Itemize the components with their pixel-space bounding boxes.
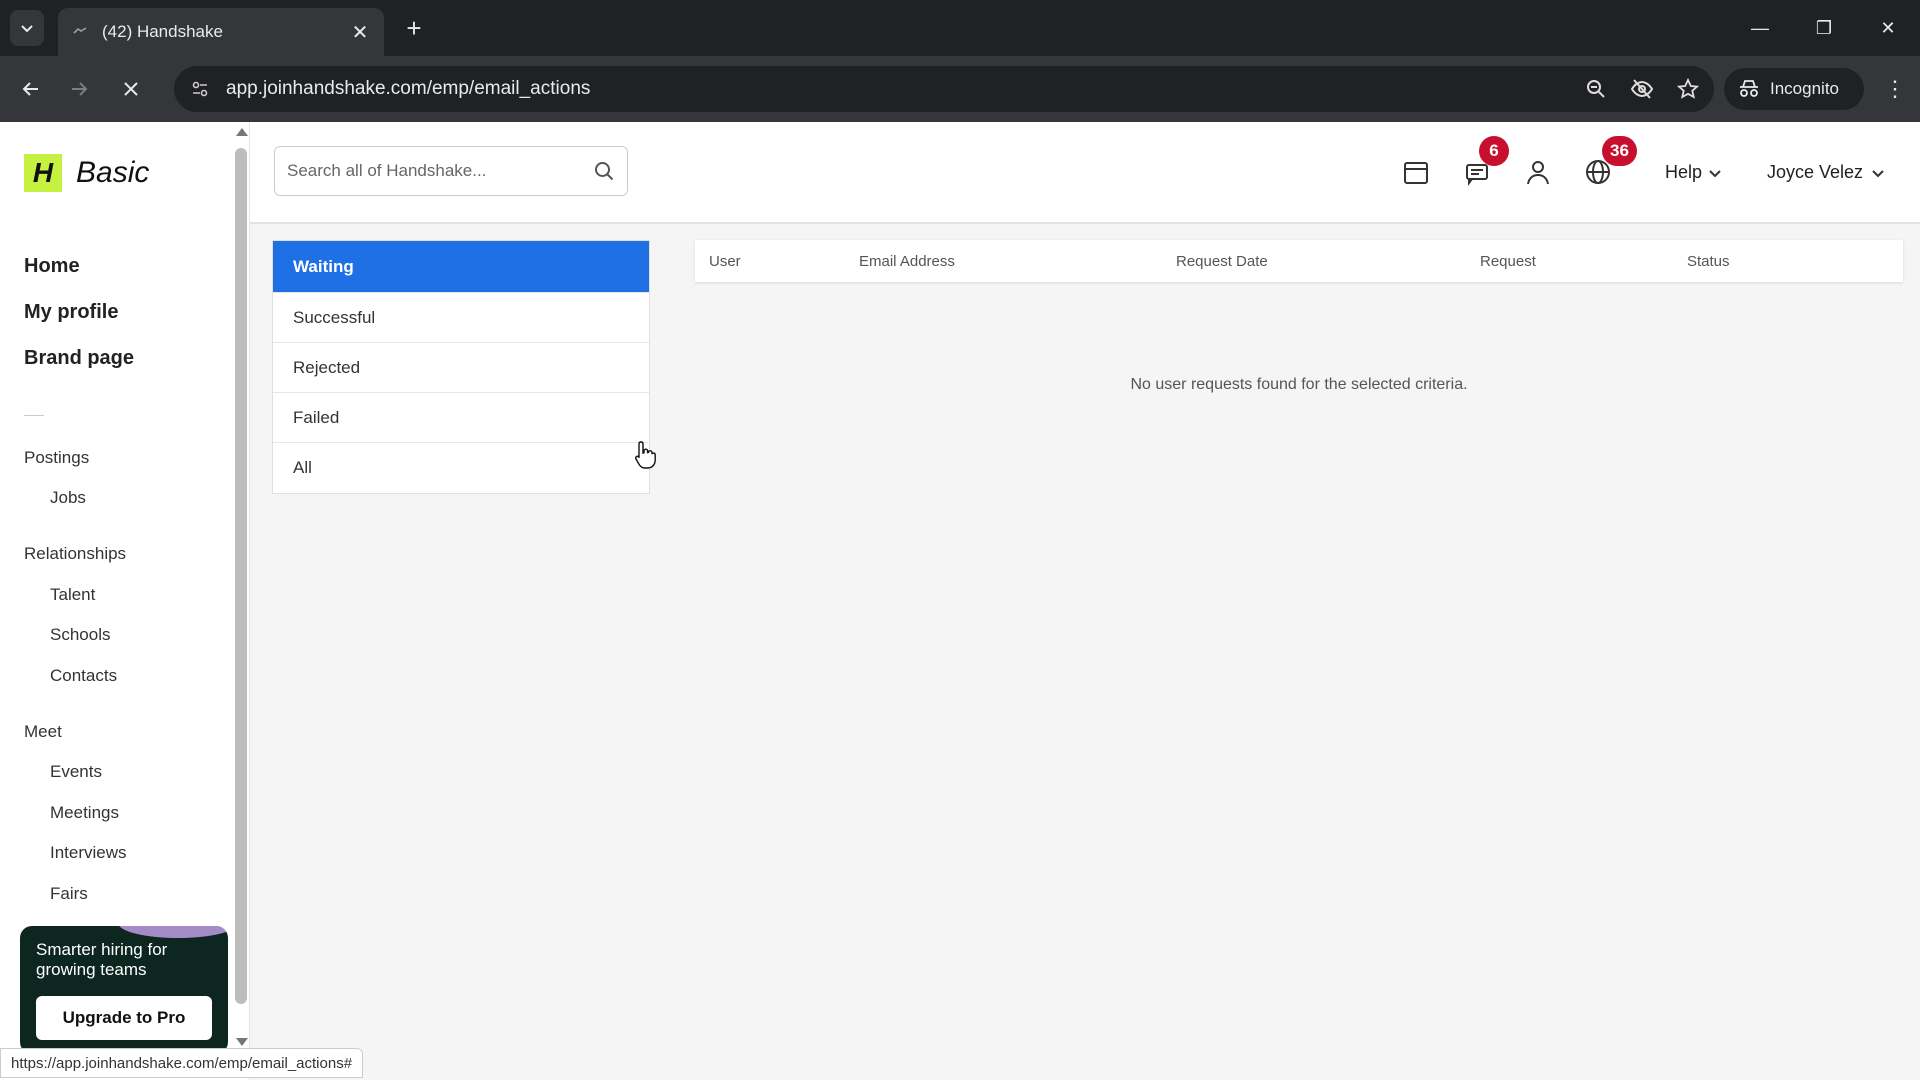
sidebar-section-postings: Postings: [24, 448, 90, 467]
url-text[interactable]: app.joinhandshake.com/emp/email_actions: [226, 78, 1582, 100]
browser-toolbar: app.joinhandshake.com/emp/email_actions …: [0, 56, 1920, 122]
tab-title: (42) Handshake: [102, 22, 223, 41]
requests-table: User Email Address Request Date Request …: [695, 240, 1903, 393]
browser-tab[interactable]: (42) Handshake ✕: [58, 8, 384, 56]
column-request-date[interactable]: Request Date: [1176, 253, 1268, 270]
handshake-logo-icon: H: [24, 154, 62, 192]
stop-loading-button[interactable]: [114, 72, 148, 106]
filter-rejected[interactable]: Rejected: [273, 343, 649, 393]
browser-tab-bar: (42) Handshake ✕ + — ❐ ✕: [0, 0, 1920, 56]
bookmark-star-icon[interactable]: [1674, 75, 1702, 103]
chevron-down-icon: [21, 25, 33, 33]
column-email-address[interactable]: Email Address: [859, 253, 955, 270]
sidebar-item-interviews[interactable]: Interviews: [50, 843, 127, 863]
scroll-up-arrow-icon[interactable]: [236, 128, 248, 136]
sidebar-item-home[interactable]: Home: [24, 254, 134, 300]
close-tab-icon[interactable]: ✕: [350, 20, 370, 45]
status-filter-list: Waiting Successful Rejected Failed All: [272, 240, 650, 494]
page: H Basic Home My profile Brand page Posti…: [0, 122, 1920, 1080]
minimize-icon[interactable]: —: [1728, 0, 1792, 56]
eye-off-icon[interactable]: [1628, 75, 1656, 103]
logo[interactable]: H Basic: [24, 154, 149, 192]
sidebar: H Basic Home My profile Brand page Posti…: [0, 122, 250, 1080]
sidebar-item-brand-page[interactable]: Brand page: [24, 346, 134, 392]
incognito-label: Incognito: [1770, 79, 1839, 98]
user-name: Joyce Velez: [1767, 162, 1864, 182]
handshake-favicon-icon: [73, 27, 87, 34]
browser-menu-icon[interactable]: ⋮: [1884, 76, 1906, 102]
help-label: Help: [1665, 162, 1703, 182]
scroll-down-arrow-icon[interactable]: [236, 1038, 248, 1046]
sidebar-item-events[interactable]: Events: [50, 762, 102, 782]
nav-divider: [24, 415, 44, 416]
global-search: [274, 146, 628, 196]
zoom-icon[interactable]: [1582, 75, 1610, 103]
restore-icon[interactable]: ❐: [1792, 0, 1856, 56]
filter-failed[interactable]: Failed: [273, 393, 649, 443]
sidebar-item-jobs[interactable]: Jobs: [50, 488, 86, 508]
sidebar-item-talent[interactable]: Talent: [50, 585, 95, 605]
notifications-badge: 36: [1602, 136, 1637, 166]
user-icon[interactable]: [1524, 158, 1552, 186]
sidebar-item-meetings[interactable]: Meetings: [50, 803, 119, 823]
search-input[interactable]: [287, 161, 593, 181]
arrow-right-icon: [72, 82, 88, 96]
close-window-icon[interactable]: ✕: [1856, 0, 1920, 56]
user-menu[interactable]: Joyce Velez: [1767, 162, 1885, 183]
arrow-left-icon: [22, 82, 38, 96]
new-tab-button[interactable]: +: [398, 12, 430, 44]
upgrade-to-pro-button[interactable]: Upgrade to Pro: [36, 996, 212, 1040]
site-settings-icon[interactable]: [186, 75, 214, 103]
filter-waiting[interactable]: Waiting: [273, 241, 649, 293]
column-request[interactable]: Request: [1480, 253, 1536, 270]
link-status-bar: https://app.joinhandshake.com/emp/email_…: [0, 1048, 364, 1078]
promo-text: Smarter hiring for growing teams: [36, 940, 168, 979]
sidebar-section-meet: Meet: [24, 722, 62, 741]
status-url: https://app.joinhandshake.com/emp/email_…: [11, 1054, 353, 1072]
sidebar-item-contacts[interactable]: Contacts: [50, 666, 117, 686]
main-nav: Home My profile Brand page: [24, 254, 134, 392]
incognito-indicator[interactable]: Incognito: [1724, 68, 1864, 110]
empty-state-message: No user requests found for the selected …: [1130, 376, 1468, 393]
search-icon[interactable]: [593, 160, 615, 182]
close-icon: [124, 82, 138, 96]
sidebar-item-schools[interactable]: Schools: [50, 625, 110, 645]
sidebar-section-relationships: Relationships: [24, 544, 127, 563]
calendar-icon[interactable]: [1402, 158, 1430, 186]
hand-cursor-icon: [634, 441, 656, 469]
column-user[interactable]: User: [709, 253, 741, 270]
messages-badge: 6: [1479, 136, 1509, 166]
sidebar-scroll-thumb[interactable]: [235, 148, 247, 1004]
sidebar-item-my-profile[interactable]: My profile: [24, 300, 134, 346]
column-status[interactable]: Status: [1687, 253, 1730, 270]
address-bar[interactable]: app.joinhandshake.com/emp/email_actions: [174, 66, 1714, 112]
logo-text: Basic: [76, 156, 150, 189]
help-menu[interactable]: Help: [1665, 162, 1722, 183]
filter-all[interactable]: All: [273, 443, 649, 493]
tab-search-button[interactable]: [10, 10, 44, 46]
upgrade-promo-card: Smarter hiring for growing teams Upgrade…: [20, 926, 228, 1054]
forward-button[interactable]: [62, 72, 96, 106]
table-header: User Email Address Request Date Request …: [695, 240, 1903, 282]
incognito-icon: [1740, 80, 1758, 97]
filter-successful[interactable]: Successful: [273, 293, 649, 343]
sidebar-item-fairs[interactable]: Fairs: [50, 884, 88, 904]
top-header: 6 36 Help Joyce Velez: [250, 122, 1920, 224]
chevron-down-icon: [1872, 169, 1884, 177]
back-button[interactable]: [14, 72, 48, 106]
chevron-down-icon: [1709, 169, 1721, 177]
